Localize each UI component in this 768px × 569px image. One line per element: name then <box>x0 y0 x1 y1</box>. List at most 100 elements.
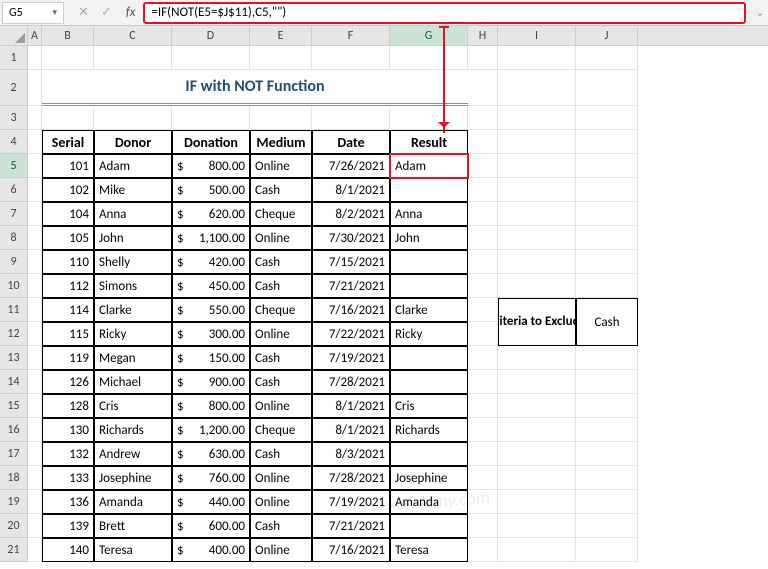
cell[interactable] <box>28 70 42 106</box>
cell[interactable]: 101 <box>42 154 94 178</box>
cell[interactable] <box>498 490 576 514</box>
cell[interactable]: Cheque <box>250 298 312 322</box>
col-header-e[interactable]: E <box>250 26 312 45</box>
cell[interactable] <box>28 346 42 370</box>
cell[interactable]: Cheque <box>250 418 312 442</box>
cell[interactable]: Michael <box>94 370 172 394</box>
cell[interactable]: Mike <box>94 178 172 202</box>
cell[interactable] <box>390 178 468 202</box>
cell[interactable] <box>94 46 172 70</box>
cell[interactable] <box>576 46 638 70</box>
cell[interactable] <box>498 442 576 466</box>
cell[interactable]: Online <box>250 226 312 250</box>
row-header[interactable]: 4 <box>0 130 28 154</box>
cell[interactable] <box>390 274 468 298</box>
cell[interactable]: $300.00 <box>172 322 250 346</box>
cell[interactable] <box>390 442 468 466</box>
cell[interactable]: 130 <box>42 418 94 442</box>
chevron-down-icon[interactable]: ▾ <box>52 7 57 18</box>
cell[interactable] <box>390 106 468 130</box>
cell[interactable] <box>28 538 42 562</box>
cell[interactable] <box>312 46 390 70</box>
row-header[interactable]: 5 <box>0 154 28 178</box>
cell[interactable]: 119 <box>42 346 94 370</box>
cell[interactable]: $420.00 <box>172 250 250 274</box>
cell[interactable] <box>468 46 498 70</box>
cell[interactable]: 126 <box>42 370 94 394</box>
cell[interactable]: Richards <box>390 418 468 442</box>
cell[interactable]: Anna <box>94 202 172 226</box>
cell[interactable] <box>498 394 576 418</box>
cell[interactable]: 8/1/2021 <box>312 418 390 442</box>
cell[interactable]: 114 <box>42 298 94 322</box>
cell[interactable]: $620.00 <box>172 202 250 226</box>
cell[interactable]: 102 <box>42 178 94 202</box>
sheet-title[interactable]: IF with NOT Function <box>42 70 468 106</box>
row-header[interactable]: 8 <box>0 226 28 250</box>
cell[interactable]: Cash <box>250 346 312 370</box>
cell[interactable] <box>498 130 576 154</box>
cell[interactable] <box>28 490 42 514</box>
row-header[interactable]: 17 <box>0 442 28 466</box>
cell[interactable] <box>576 418 638 442</box>
cell[interactable] <box>498 346 576 370</box>
cell[interactable]: $1,100.00 <box>172 226 250 250</box>
cell[interactable]: 7/30/2021 <box>312 226 390 250</box>
cell[interactable]: Josephine <box>94 466 172 490</box>
cell[interactable] <box>498 466 576 490</box>
cell[interactable] <box>28 298 42 322</box>
table-header[interactable]: Medium <box>250 130 312 154</box>
expand-formula-bar-icon[interactable]: ⌄ <box>756 6 764 19</box>
cell[interactable] <box>468 538 498 562</box>
col-header-f[interactable]: F <box>312 26 390 45</box>
cell[interactable] <box>468 274 498 298</box>
cell[interactable] <box>468 226 498 250</box>
cell[interactable]: Simons <box>94 274 172 298</box>
cell[interactable] <box>468 442 498 466</box>
row-header[interactable]: 12 <box>0 322 28 346</box>
cell[interactable] <box>468 178 498 202</box>
cell[interactable]: $500.00 <box>172 178 250 202</box>
cell[interactable]: Josephine <box>390 466 468 490</box>
cell[interactable]: Online <box>250 466 312 490</box>
cell[interactable]: 7/28/2021 <box>312 466 390 490</box>
table-header[interactable]: Date <box>312 130 390 154</box>
row-header[interactable]: 1 <box>0 46 28 70</box>
cell[interactable]: Clarke <box>390 298 468 322</box>
cell[interactable]: 133 <box>42 466 94 490</box>
cell[interactable] <box>498 274 576 298</box>
cell[interactable]: Shelly <box>94 250 172 274</box>
cell[interactable]: $760.00 <box>172 466 250 490</box>
row-header[interactable]: 13 <box>0 346 28 370</box>
cell[interactable] <box>498 106 576 130</box>
cell[interactable] <box>468 106 498 130</box>
cell[interactable]: $440.00 <box>172 490 250 514</box>
cell[interactable] <box>390 46 468 70</box>
col-header-d[interactable]: D <box>172 26 250 45</box>
cell[interactable] <box>390 346 468 370</box>
cell[interactable] <box>28 370 42 394</box>
cell[interactable]: Amanda <box>390 490 468 514</box>
cell[interactable] <box>250 46 312 70</box>
cell[interactable]: 7/19/2021 <box>312 490 390 514</box>
cell[interactable] <box>28 106 42 130</box>
col-header-c[interactable]: C <box>94 26 172 45</box>
cell[interactable] <box>28 46 42 70</box>
cell[interactable] <box>576 178 638 202</box>
cell[interactable]: 7/26/2021 <box>312 154 390 178</box>
row-header[interactable]: 21 <box>0 538 28 562</box>
cell[interactable]: Teresa <box>94 538 172 562</box>
row-header[interactable]: 6 <box>0 178 28 202</box>
cell[interactable]: Amanda <box>94 490 172 514</box>
cell[interactable] <box>576 274 638 298</box>
cell[interactable] <box>576 490 638 514</box>
cell[interactable] <box>576 394 638 418</box>
cell[interactable]: Brett <box>94 514 172 538</box>
cell[interactable] <box>576 130 638 154</box>
row-header[interactable]: 9 <box>0 250 28 274</box>
cell[interactable]: 128 <box>42 394 94 418</box>
cell[interactable] <box>250 106 312 130</box>
name-box[interactable]: G5 ▾ <box>2 2 64 24</box>
fx-icon[interactable]: fx <box>126 5 144 20</box>
cell[interactable]: 112 <box>42 274 94 298</box>
